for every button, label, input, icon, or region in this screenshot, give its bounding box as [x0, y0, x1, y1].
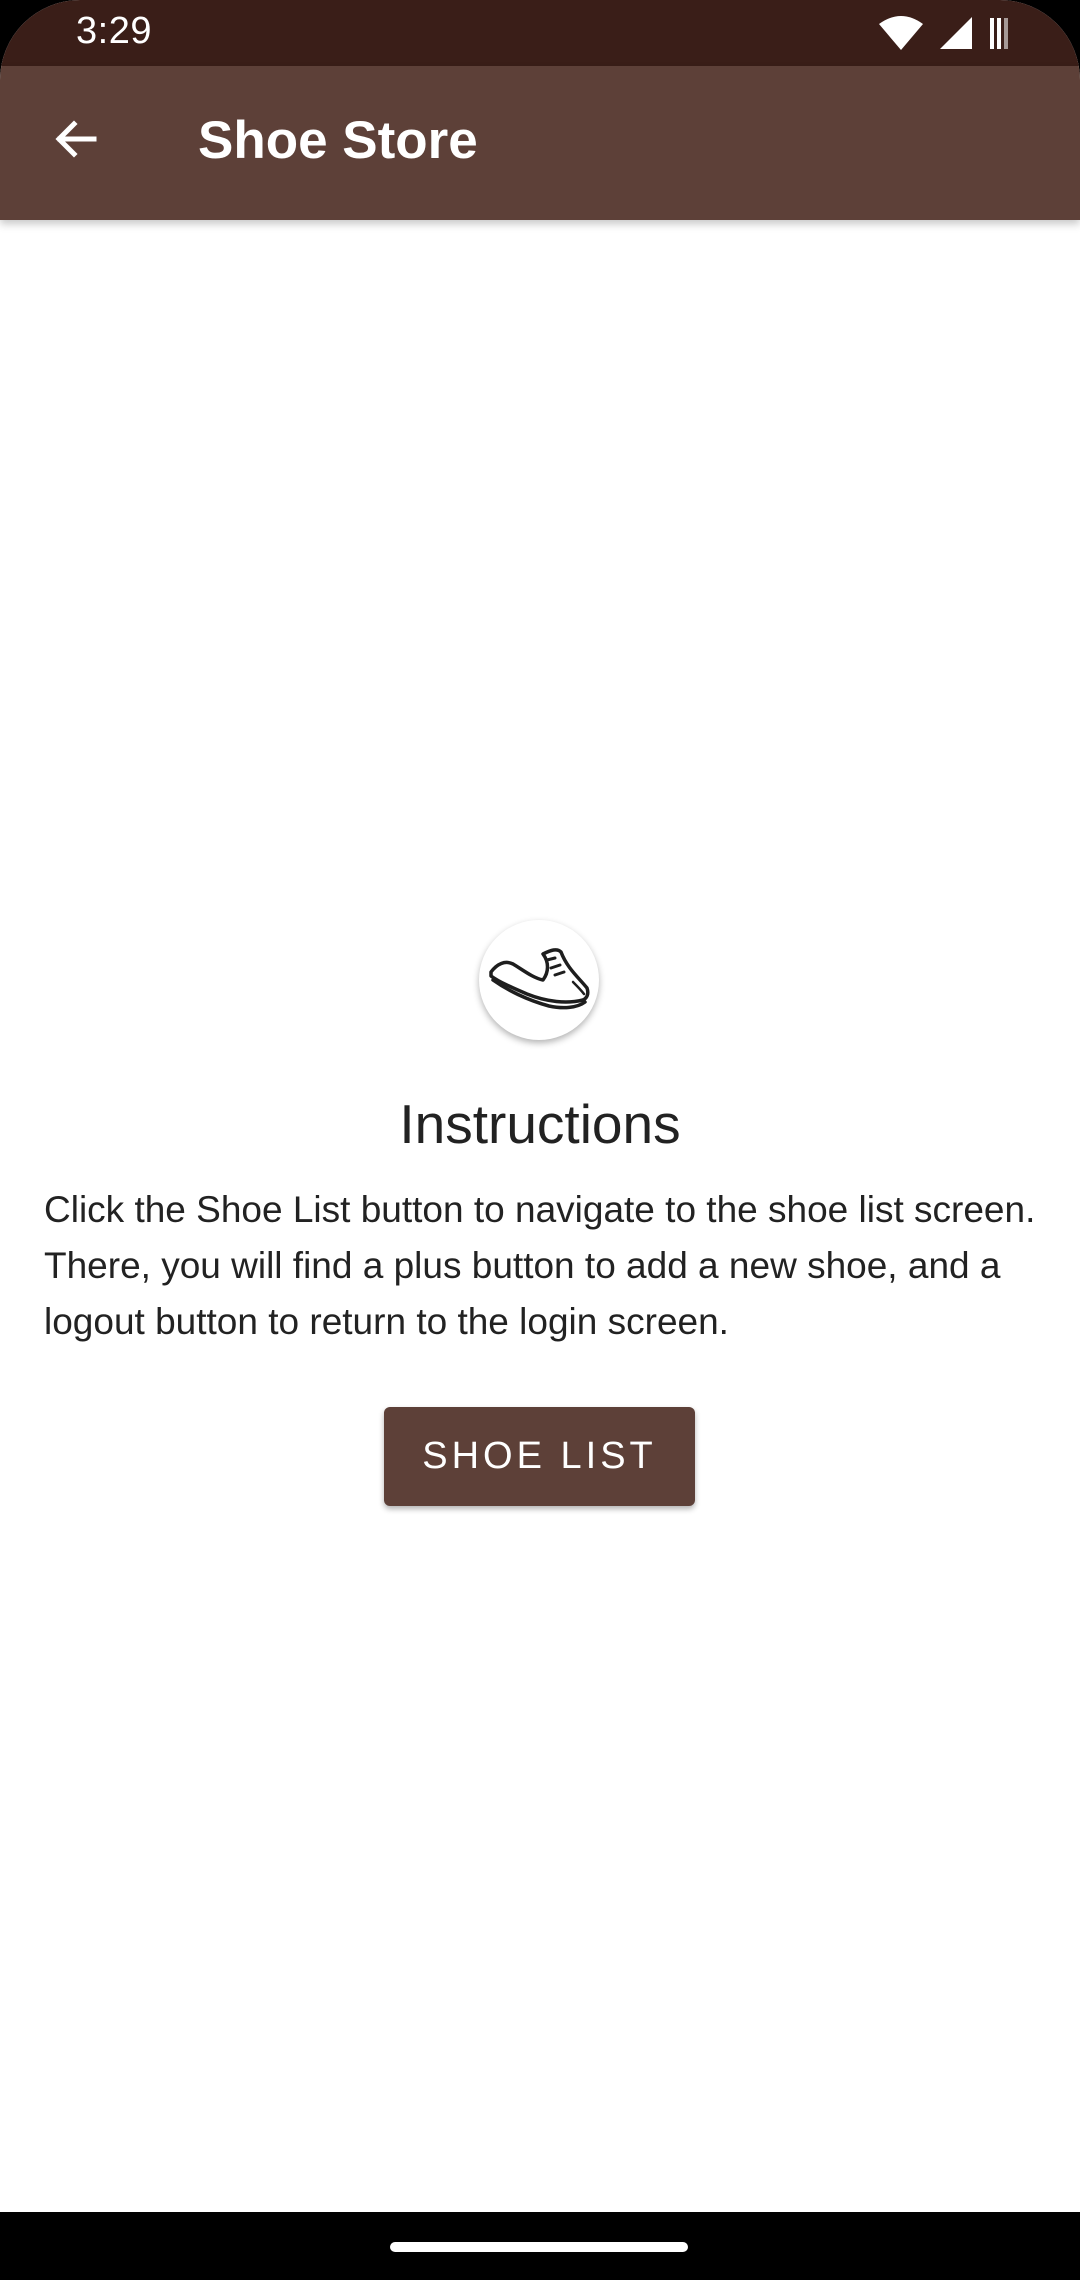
back-button[interactable]	[28, 93, 124, 189]
signal-icon	[938, 15, 974, 51]
shoe-avatar	[479, 920, 599, 1040]
navigation-bar	[0, 2212, 1080, 2280]
home-indicator[interactable]	[390, 2242, 688, 2252]
wifi-icon	[878, 14, 924, 52]
arrow-back-icon	[52, 115, 100, 168]
status-bar: 3:29	[0, 0, 1080, 66]
status-time: 3:29	[76, 10, 152, 52]
app-title: Shoe Store	[198, 111, 478, 170]
instructions-text: Click the Shoe List button to navigate t…	[44, 1189, 1036, 1342]
app-bar: Shoe Store	[0, 66, 1080, 220]
sneaker-icon	[487, 942, 591, 1019]
app-screen: 3:29 Shoe Store Instructions Click the S…	[0, 0, 1080, 2280]
shoe-list-button[interactable]: SHOE LIST	[384, 1407, 695, 1506]
instructions-heading: Instructions	[399, 1093, 681, 1155]
instructions-content: Instructions Click the Shoe List button …	[0, 220, 1080, 2212]
battery-icon	[988, 15, 1010, 51]
status-icons	[878, 14, 1010, 52]
